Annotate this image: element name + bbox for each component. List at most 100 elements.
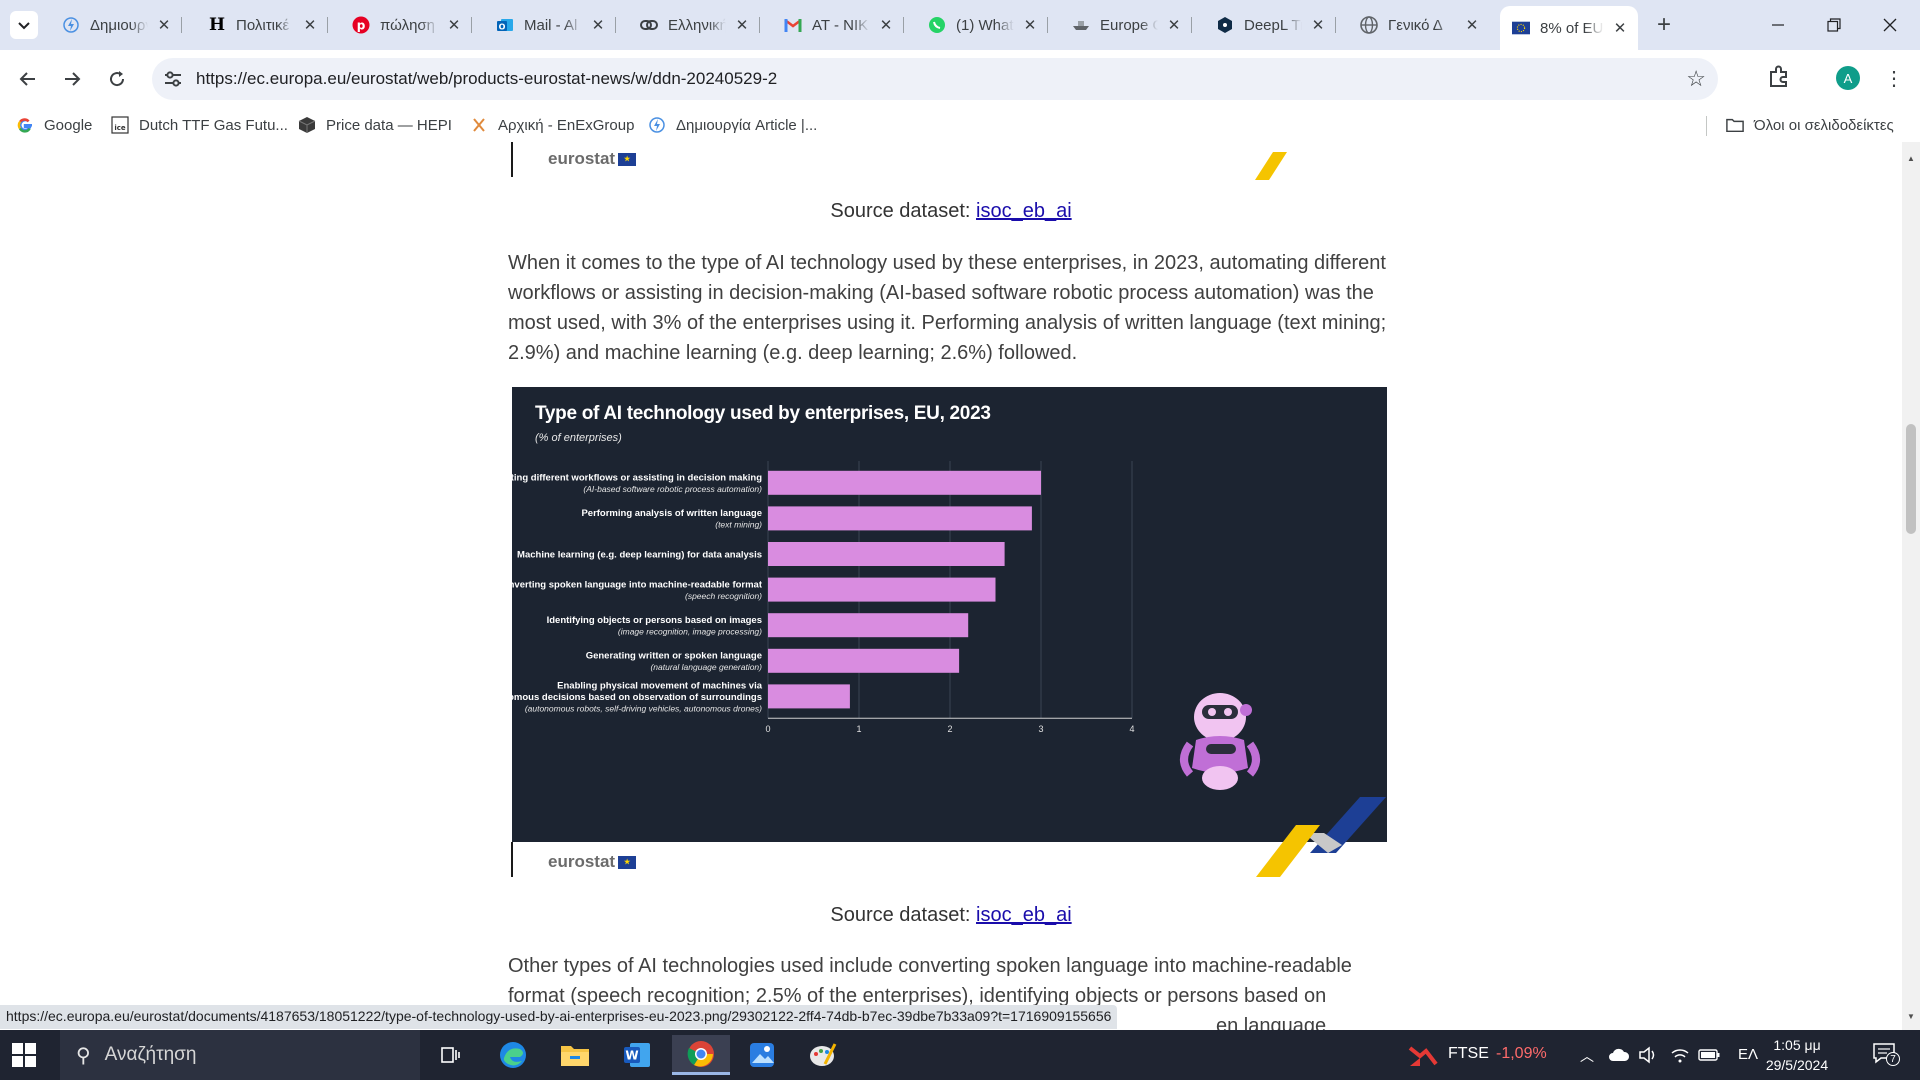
bookmark-label: Google (44, 116, 93, 134)
bookmark-item[interactable]: Αρχική - EnExGroup (470, 116, 634, 134)
photos-icon[interactable] (737, 1035, 787, 1075)
source-caption: Source dataset: isoc_eb_ai (0, 200, 1902, 223)
category-sublabel: (autonomous robots, self-driving vehicle… (525, 703, 762, 713)
bookmark-item[interactable]: Δημιουργία Article |... (648, 116, 817, 134)
close-tab-icon[interactable]: ✕ (732, 15, 752, 35)
word-icon[interactable]: W (612, 1035, 662, 1075)
bookmark-item[interactable]: Google (16, 116, 92, 134)
tab[interactable]: DeepL Tr ✕ (1204, 8, 1336, 42)
close-tab-icon[interactable]: ✕ (1308, 15, 1328, 35)
tab-title: Ελληνική (668, 16, 726, 34)
battery-icon[interactable] (1698, 1048, 1720, 1062)
eurostat-logo: eurostat ★ (548, 149, 637, 169)
bar (768, 613, 969, 638)
scroll-up-icon[interactable]: ▲ (1906, 154, 1916, 163)
ship-icon (1072, 16, 1090, 34)
forward-button[interactable] (56, 63, 88, 95)
outlook-icon: O (496, 16, 514, 34)
tab[interactable]: O Mail - Al ✕ (484, 8, 616, 42)
chart-image[interactable]: Type of AI technology used by enterprise… (512, 387, 1387, 842)
dataset-link[interactable]: isoc_eb_ai (976, 200, 1072, 222)
close-tab-icon[interactable]: ✕ (588, 15, 608, 35)
category-sublabel: (speech recognition) (685, 591, 762, 601)
tab[interactable]: Europe G ✕ (1060, 8, 1192, 42)
profile-avatar[interactable]: A (1836, 66, 1860, 90)
wifi-icon[interactable] (1670, 1046, 1690, 1064)
tab-active[interactable]: 8% of EU ✕ (1500, 6, 1638, 50)
close-tab-icon[interactable]: ✕ (1610, 18, 1630, 38)
tab[interactable]: (1) What ✕ (916, 8, 1048, 42)
bookmark-label: Dutch TTF Gas Futu... (139, 116, 288, 134)
google-icon (16, 116, 34, 134)
tab-search-button[interactable] (10, 11, 38, 39)
close-tab-icon[interactable]: ✕ (154, 15, 174, 35)
source-caption: Source dataset: isoc_eb_ai (0, 904, 1902, 927)
task-view-icon[interactable] (425, 1035, 475, 1075)
paragraph: When it comes to the type of AI technolo… (508, 252, 1387, 364)
close-tab-icon[interactable]: ✕ (1020, 15, 1040, 35)
tab-title: DeepL Tr (1244, 16, 1302, 34)
bookmark-label: Δημιουργία Article |... (676, 116, 818, 134)
close-window-button[interactable] (1862, 0, 1918, 50)
system-clock[interactable]: 1:05 μμ 29/5/2024 (1752, 1035, 1842, 1075)
svg-text:p: p (357, 19, 366, 33)
ticker-name[interactable]: FTSE (1448, 1045, 1489, 1063)
scroll-thumb[interactable] (1906, 424, 1916, 534)
clock-time: 1:05 μμ (1773, 1037, 1821, 1053)
tab[interactable]: H Πολιτικέ ✕ (196, 8, 328, 42)
scroll-down-icon[interactable]: ▼ (1906, 1012, 1916, 1021)
close-icon (1883, 18, 1897, 32)
notification-center[interactable]: 7 (1872, 1042, 1900, 1068)
all-bookmarks-folder[interactable]: Όλοι οι σελιδοδείκτες (1726, 116, 1894, 134)
chevron-down-icon (18, 22, 30, 30)
onedrive-icon[interactable] (1608, 1047, 1630, 1063)
volume-icon[interactable] (1638, 1046, 1658, 1064)
bar (768, 470, 1041, 495)
tab-title: AT - NIK (812, 16, 869, 34)
eu-flag-icon (1512, 19, 1530, 37)
close-tab-icon[interactable]: ✕ (1462, 15, 1482, 35)
bookmark-star-icon[interactable]: ☆ (1686, 66, 1706, 92)
tab[interactable]: AT - NIK ✕ (772, 8, 904, 42)
bar (768, 542, 1005, 566)
address-bar[interactable]: https://ec.europa.eu/eurostat/web/produc… (152, 58, 1718, 100)
extensions-puzzle-icon[interactable] (1766, 64, 1792, 90)
tab[interactable]: Γενικό Δ ✕ (1348, 8, 1490, 42)
file-explorer-icon[interactable] (550, 1035, 600, 1075)
tab-title: Δημιουργ (90, 16, 148, 34)
dataset-link[interactable]: isoc_eb_ai (976, 904, 1072, 926)
bookmark-item[interactable]: ice Dutch TTF Gas Futu... (111, 116, 288, 134)
close-tab-icon[interactable]: ✕ (444, 15, 464, 35)
tab[interactable]: Δημιουργ ✕ (50, 8, 182, 42)
close-tab-icon[interactable]: ✕ (300, 15, 320, 35)
restore-button[interactable] (1806, 0, 1862, 50)
windows-start-icon[interactable] (12, 1043, 36, 1067)
tab[interactable]: p πώληση ✕ (340, 8, 472, 42)
minimize-button[interactable] (1750, 0, 1806, 50)
search-placeholder: Αναζήτηση (104, 1044, 197, 1065)
close-tab-icon[interactable]: ✕ (1164, 15, 1184, 35)
restore-icon (1827, 18, 1841, 32)
ticker-change[interactable]: -1,09% (1496, 1045, 1547, 1063)
chevron-up-icon[interactable]: ︿ (1580, 1046, 1594, 1066)
category-label: Enabling physical movement of machines v… (557, 680, 763, 691)
back-button[interactable] (12, 63, 44, 95)
kebab-menu-icon[interactable]: ⋮ (1884, 64, 1904, 92)
reload-button[interactable] (101, 63, 133, 95)
close-tab-icon[interactable]: ✕ (876, 15, 896, 35)
globe-icon (1360, 16, 1378, 34)
notification-badge: 7 (1886, 1052, 1900, 1066)
taskbar-search[interactable]: ⚲ Αναζήτηση (60, 1030, 420, 1080)
new-tab-button[interactable]: + (1650, 11, 1678, 39)
x-tick-label: 4 (1129, 724, 1134, 734)
edge-icon[interactable] (488, 1035, 538, 1075)
page-scrollbar[interactable]: ▲ ▼ (1902, 142, 1920, 1030)
chrome-icon[interactable] (672, 1035, 730, 1075)
paint-icon[interactable] (797, 1035, 847, 1075)
bar (768, 684, 850, 709)
x-tick-label: 0 (765, 724, 770, 734)
pinterest-icon: p (352, 16, 370, 34)
bookmark-item[interactable]: Price data — HEPI (298, 116, 452, 134)
site-settings-icon[interactable] (162, 68, 184, 90)
tab[interactable]: Ελληνική ✕ (628, 8, 760, 42)
